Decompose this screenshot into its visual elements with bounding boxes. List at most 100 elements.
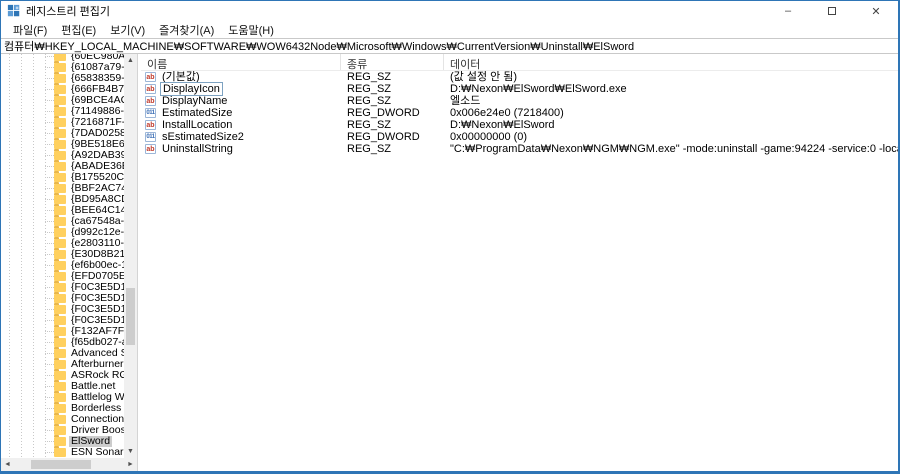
tree-connector <box>45 177 54 178</box>
folder-icon <box>54 63 66 72</box>
folder-icon <box>54 195 66 204</box>
registry-value-row[interactable]: abDisplayIconREG_SZD:₩Nexon₩ElSword₩ElSw… <box>141 83 898 95</box>
tree-connector <box>45 276 54 277</box>
value-name-cell: 011sEstimatedSize2 <box>141 131 341 143</box>
close-button[interactable]: ✕ <box>854 1 898 21</box>
tree-connector <box>45 320 54 321</box>
value-type: REG_SZ <box>341 119 444 131</box>
tree-connector <box>45 397 54 398</box>
menu-item-4[interactable]: 도움말(H) <box>221 21 281 39</box>
registry-value-row[interactable]: abUninstallStringREG_SZ"C:₩ProgramData₩N… <box>141 143 898 155</box>
folder-icon <box>54 129 66 138</box>
folder-icon <box>54 250 66 259</box>
reg-dword-icon: 011 <box>145 108 156 118</box>
folder-icon <box>54 360 66 369</box>
folder-icon <box>54 74 66 83</box>
address-input[interactable] <box>1 39 898 53</box>
tree-connector <box>45 56 54 57</box>
tree-view: {60EC980A-BDA2-{61087a79-ac85-4{65838359… <box>1 54 124 458</box>
tree-connector <box>45 298 54 299</box>
tree-connector <box>45 408 54 409</box>
tree-item[interactable]: ESN Sonar-0.70.4 <box>1 447 124 458</box>
tree-connector <box>45 441 54 442</box>
column-header-name[interactable]: 이름 <box>141 54 341 70</box>
value-name: EstimatedSize <box>160 107 234 119</box>
value-name-cell: abUninstallString <box>141 143 341 155</box>
folder-icon <box>54 96 66 105</box>
main-area: {60EC980A-BDA2-{61087a79-ac85-4{65838359… <box>1 54 898 471</box>
menu-item-1[interactable]: 편집(E) <box>54 21 103 39</box>
tree-connector <box>45 199 54 200</box>
registry-value-row[interactable]: abDisplayNameREG_SZ엘소드 <box>141 95 898 107</box>
maximize-button[interactable] <box>810 1 854 21</box>
folder-icon <box>54 184 66 193</box>
scroll-up-icon[interactable]: ▲ <box>124 54 137 67</box>
tree-connector <box>45 353 54 354</box>
folder-icon <box>54 261 66 270</box>
folder-icon <box>54 426 66 435</box>
folder-icon <box>54 338 66 347</box>
tree-connector <box>45 111 54 112</box>
value-name: sEstimatedSize2 <box>160 131 246 143</box>
tree-connector <box>45 364 54 365</box>
tree-connector <box>45 342 54 343</box>
column-header-data[interactable]: 데이터 <box>444 54 898 70</box>
scroll-down-icon[interactable]: ▼ <box>124 445 137 458</box>
folder-icon <box>54 140 66 149</box>
tree-connector <box>45 430 54 431</box>
tree-connector <box>45 331 54 332</box>
tree-connector <box>45 243 54 244</box>
scroll-right-icon[interactable]: ► <box>124 458 137 471</box>
registry-value-row[interactable]: 011sEstimatedSize2REG_DWORD0x00000000 (0… <box>141 131 898 143</box>
value-data: 0x00000000 (0) <box>444 131 898 143</box>
folder-icon <box>54 448 66 457</box>
value-data: 0x006e24e0 (7218400) <box>444 107 898 119</box>
tree-connector <box>45 78 54 79</box>
address-bar <box>1 38 898 54</box>
folder-icon <box>54 294 66 303</box>
tree-vertical-scrollbar[interactable]: ▲ ▼ <box>124 54 137 458</box>
tree-connector <box>45 89 54 90</box>
registry-value-row[interactable]: 011EstimatedSizeREG_DWORD0x006e24e0 (721… <box>141 107 898 119</box>
value-type: REG_DWORD <box>341 131 444 143</box>
column-header-type[interactable]: 종류 <box>341 54 444 70</box>
folder-icon <box>54 371 66 380</box>
folder-icon <box>54 151 66 160</box>
folder-icon <box>54 118 66 127</box>
horizontal-scroll-thumb[interactable] <box>31 460 91 469</box>
tree-connector <box>45 210 54 211</box>
menu-item-0[interactable]: 파일(F) <box>6 21 54 39</box>
reg-sz-icon: ab <box>145 120 156 130</box>
folder-icon <box>54 382 66 391</box>
tree-connector <box>45 122 54 123</box>
folder-icon <box>54 437 66 446</box>
value-data: D:₩Nexon₩ElSword <box>444 119 898 131</box>
tree-horizontal-scrollbar[interactable]: ◄ ► <box>1 458 137 471</box>
tree-connector <box>45 166 54 167</box>
value-name-cell: abDisplayName <box>141 95 341 107</box>
registry-value-row[interactable]: abInstallLocationREG_SZD:₩Nexon₩ElSword <box>141 119 898 131</box>
vertical-scroll-thumb[interactable] <box>126 288 135 345</box>
menu-bar: 파일(F)편집(E)보기(V)즐겨찾기(A)도움말(H) <box>1 21 898 38</box>
reg-sz-icon: ab <box>145 84 156 94</box>
menu-item-2[interactable]: 보기(V) <box>103 21 152 39</box>
menu-item-3[interactable]: 즐겨찾기(A) <box>152 21 221 39</box>
title-bar: 레지스트리 편집기 – ✕ <box>1 1 898 21</box>
folder-icon <box>54 316 66 325</box>
window-title: 레지스트리 편집기 <box>26 3 110 19</box>
tree-connector <box>45 287 54 288</box>
tree-connector <box>45 133 54 134</box>
value-data: (값 설정 안 됨) <box>444 71 898 83</box>
folder-icon <box>54 107 66 116</box>
folder-icon <box>54 393 66 402</box>
minimize-button[interactable]: – <box>766 1 810 21</box>
tree-connector <box>45 254 54 255</box>
tree-connector <box>45 265 54 266</box>
folder-icon <box>54 54 66 61</box>
scroll-left-icon[interactable]: ◄ <box>1 458 14 471</box>
value-data: "C:₩ProgramData₩Nexon₩NGM₩NGM.exe" -mode… <box>444 143 898 155</box>
regedit-window: 레지스트리 편집기 – ✕ 파일(F)편집(E)보기(V)즐겨찾기(A)도움말(… <box>0 0 900 474</box>
maximize-icon <box>828 7 836 15</box>
folder-icon <box>54 349 66 358</box>
value-name-cell: abInstallLocation <box>141 119 341 131</box>
